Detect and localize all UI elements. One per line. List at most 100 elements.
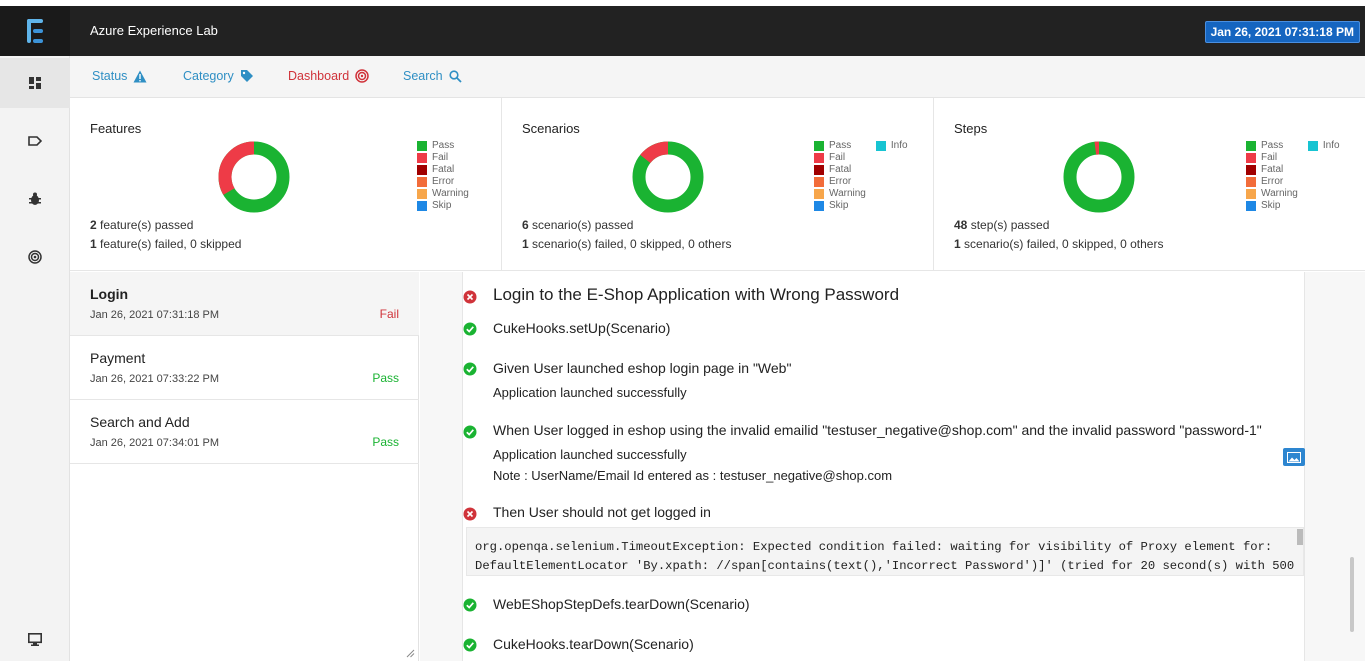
exception-nav-icon[interactable] [0,174,70,224]
dashboard-nav-icon[interactable] [0,58,70,108]
exception-line: DefaultElementLocator 'By.xpath: //span[… [475,559,1295,573]
test-item-payment[interactable]: Payment Jan 26, 2021 07:33:22 PM Pass [70,336,419,400]
legend-swatch [1246,141,1256,151]
legend-label: Info [1322,140,1340,151]
legend-item-fatal: Fatal [1246,164,1298,176]
legend-item-info: Info [875,140,908,152]
test-item-search-and-add[interactable]: Search and Add Jan 26, 2021 07:34:01 PM … [70,400,419,464]
test-item-login[interactable]: Login Jan 26, 2021 07:31:18 PM Fail [70,272,419,336]
grid-icon [29,77,41,89]
monitor-icon [28,632,42,646]
nav-status[interactable]: Status [92,69,147,83]
details-scrollbar[interactable] [1350,557,1354,632]
test-list: Login Jan 26, 2021 07:31:18 PM Fail Paym… [70,272,419,661]
legend-label: Warning [1261,188,1298,199]
step-text: CukeHooks.setUp(Scenario) [493,320,671,336]
pass-icon [463,322,477,336]
legend-swatch [417,201,427,211]
stats-section: Features Pass Fail Fatal Error Warning Skip 2… [70,98,1365,271]
test-status-fail: Fail [379,307,399,321]
legend-swatch [1246,177,1256,187]
legend-swatch [1246,201,1256,211]
target-icon [28,250,42,264]
legend-item-warning: Warning [814,188,866,200]
legend-swatch [814,189,824,199]
logo-icon [27,19,43,43]
test-status-pass: Pass [372,371,399,385]
scenarios-passed-summary: 6 scenario(s) passed [522,218,634,232]
legend-swatch [814,153,824,163]
steps-failed-summary: 1 scenario(s) failed, 0 skipped, 0 other… [954,237,1164,251]
legend-label: Fatal [829,164,852,175]
fail-icon [463,290,477,304]
donut-segment-pass [1063,141,1135,213]
category-nav-icon[interactable] [0,116,70,166]
step-text: WebEShopStepDefs.tearDown(Scenario) [493,596,750,612]
exception-scrollbar[interactable] [1297,529,1303,545]
scenarios-legend: Pass Fail Fatal Error Warning Skip Info [814,140,908,212]
nav-category[interactable]: Category [183,69,254,83]
test-name: Payment [90,350,146,366]
nav-bar: Status Category Dashboard Search [70,56,1365,98]
legend-swatch [417,177,427,187]
features-passed-summary: 2 feature(s) passed [90,218,194,232]
exception-log[interactable]: org.openqa.selenium.TimeoutException: Ex… [466,527,1304,576]
features-legend: Pass Fail Fatal Error Warning Skip [417,140,469,212]
nav-search[interactable]: Search [403,69,462,83]
search-icon [449,69,462,83]
resize-handle-icon[interactable] [406,649,415,658]
tag-icon [28,136,42,146]
app-title: Azure Experience Lab [90,23,218,38]
features-donut-chart [218,141,290,213]
legend-label: Skip [1261,200,1281,211]
sidebar [0,6,70,661]
legend-label: Skip [829,200,849,211]
legend-item-pass: Pass [417,140,469,152]
legend-label: Error [432,176,455,187]
test-date: Jan 26, 2021 07:34:01 PM [90,437,220,449]
test-status-pass: Pass [372,435,399,449]
legend-item-fail: Fail [814,152,866,164]
legend-swatch [417,153,427,163]
exception-line: org.openqa.selenium.TimeoutException: Ex… [475,540,1273,554]
legend-item-error: Error [1246,176,1298,188]
legend-item-info: Info [1307,140,1340,152]
steps-legend: Pass Fail Fatal Error Warning Skip Info [1246,140,1340,212]
image-icon [1287,451,1301,463]
app-logo[interactable] [0,6,70,56]
legend-item-skip: Skip [417,200,469,212]
header-bar: Azure Experience Lab Jan 26, 2021 07:31:… [70,6,1365,56]
nav-search-label: Search [403,69,443,83]
legend-label: Fatal [1261,164,1284,175]
legend-swatch [1246,165,1256,175]
test-date: Jan 26, 2021 07:33:22 PM [90,373,220,385]
legend-swatch [814,141,824,151]
scenarios-title: Scenarios [522,121,580,136]
legend-swatch [417,141,427,151]
legend-swatch [1246,153,1256,163]
pass-icon [463,362,477,376]
target-icon [355,69,369,83]
legend-item-pass: Pass [814,140,866,152]
legend-item-warning: Warning [1246,188,1298,200]
target-nav-icon[interactable] [0,232,70,282]
details-panel: Login to the E-Shop Application with Wro… [462,272,1305,661]
legend-label: Warning [829,188,866,199]
steps-donut-chart [1063,141,1135,213]
legend-item-skip: Skip [1246,200,1298,212]
legend-item-pass: Pass [1246,140,1298,152]
step-text: When User logged in eshop using the inva… [493,422,1262,438]
nav-dashboard[interactable]: Dashboard [288,69,369,83]
legend-label: Fail [1261,152,1278,163]
test-date: Jan 26, 2021 07:31:18 PM [90,309,220,321]
step-log: Application launched successfully [493,385,687,400]
legend-swatch [417,165,427,175]
legend-swatch [417,189,427,199]
step-text: Given User launched eshop login page in … [493,360,792,376]
legend-item-warning: Warning [417,188,469,200]
scenarios-donut-chart [632,141,704,213]
screenshot-button[interactable] [1283,448,1305,466]
environment-nav-icon[interactable] [0,614,70,664]
nav-dashboard-label: Dashboard [288,69,350,83]
scenarios-card: Scenarios Pass Fail Fatal Error Warning Skip I… [502,98,934,271]
